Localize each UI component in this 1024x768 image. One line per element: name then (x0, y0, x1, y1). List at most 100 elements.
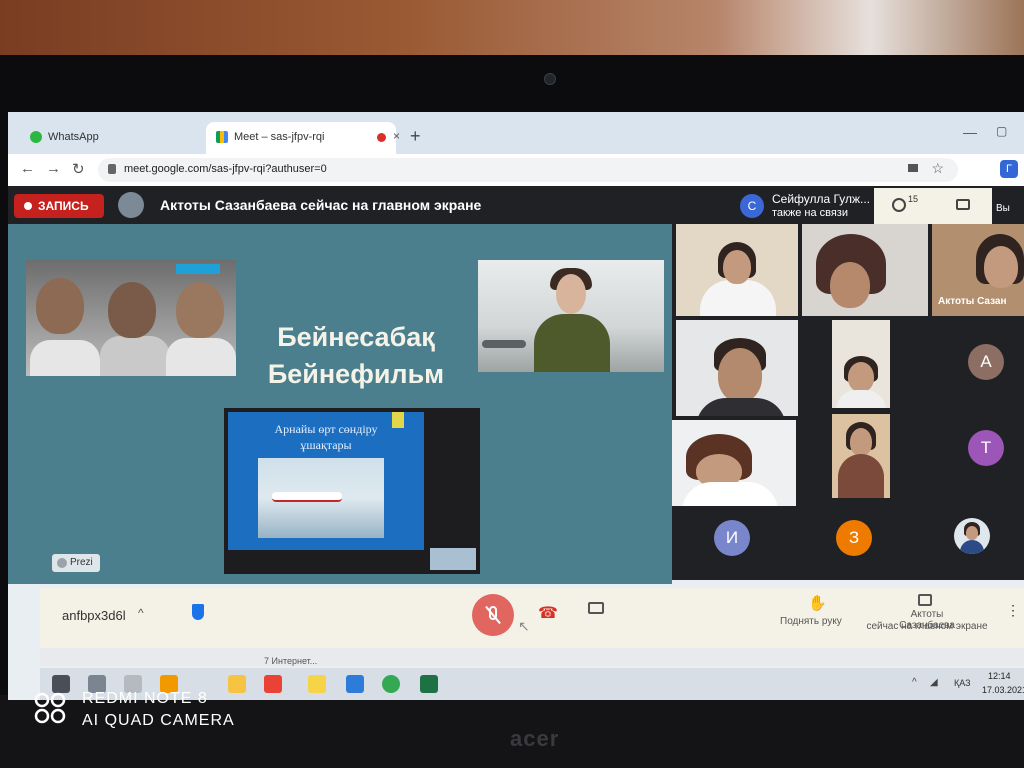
participant-tile[interactable] (676, 320, 798, 416)
participant-avatar[interactable]: Т (968, 430, 1004, 466)
chat-icon (956, 199, 970, 210)
meet-icon (216, 131, 228, 143)
hangup-button[interactable]: ☎ (534, 600, 562, 628)
participant-count: 15 (908, 194, 919, 204)
browser-toolbar: ← → ↻ meet.google.com/sas-jfpv-rqi?authu… (8, 154, 1024, 187)
prezi-icon (57, 558, 67, 568)
chat-button[interactable] (934, 188, 992, 224)
taskbar-excel-icon[interactable] (420, 675, 438, 693)
presenting-banner-text: Актоты Сазанбаева сейчас на главном экра… (160, 197, 482, 213)
slide-title-line-2: Бейнефильм (267, 359, 445, 389)
joined-participant-avatar: С (740, 194, 764, 218)
self-view-label: Вы (996, 203, 1010, 214)
prezi-label: Prezi (70, 557, 93, 568)
participant-tile[interactable] (832, 414, 890, 498)
participant-tile[interactable] (676, 224, 798, 316)
recording-badge: ЗАПИСЬ (14, 194, 104, 218)
camera-watermark-logo (34, 692, 66, 724)
whatsapp-icon (30, 131, 42, 143)
background-wall (0, 0, 1024, 60)
prezi-badge[interactable]: Prezi (52, 554, 100, 572)
taskbar-yandex-icon[interactable] (308, 675, 326, 693)
address-bar[interactable]: meet.google.com/sas-jfpv-rqi?authuser=0 … (98, 158, 958, 182)
camera-icon[interactable] (588, 602, 604, 614)
forward-icon[interactable]: → (46, 160, 61, 177)
clock-time[interactable]: 12:14 (988, 671, 1011, 681)
tab-label: WhatsApp (48, 131, 99, 143)
camera-watermark-line-1: REDMI NOTE 8 (82, 690, 208, 707)
wifi-icon[interactable]: ◢ (930, 677, 938, 688)
clock-date[interactable]: 17.03.2021 (982, 685, 1024, 695)
participant-avatar[interactable]: З (836, 520, 872, 556)
taskbar-chrome-icon[interactable] (382, 675, 400, 693)
video-slide: Арнайы өрт сөндіру ұшақтары (228, 412, 424, 550)
participant-grid: Актоты Сазан А Т И З (672, 224, 1024, 580)
pilot-photo (478, 260, 664, 372)
laptop-bezel-left (0, 110, 8, 700)
new-tab-button[interactable]: + (410, 126, 421, 147)
meet-control-bar: anfbpx3d6l ^ ↖ ☎ ✋ Поднять руку Актоты С… (40, 588, 1024, 648)
camera-watermark-line-2: AI QUAD CAMERA (82, 712, 235, 729)
participant-tile[interactable] (672, 420, 796, 506)
taskbar-vk-icon[interactable] (346, 675, 364, 693)
minimize-icon[interactable]: — (963, 124, 977, 140)
recording-label: ЗАПИСЬ (38, 199, 89, 213)
participant-name-label: Актоты Сазан (938, 296, 1007, 307)
raise-hand-label[interactable]: Поднять руку (780, 616, 842, 627)
webcam-lens (544, 73, 556, 85)
keyboard-language[interactable]: ҚАЗ (954, 678, 971, 688)
tab-meet[interactable]: Meet – sas-jfpv-rqi × (206, 122, 400, 154)
video-caption-line-2: ұшақтары (300, 438, 352, 452)
laptop-brand-logo: acer (510, 726, 560, 751)
maximize-icon[interactable]: ▢ (996, 124, 1007, 138)
presenter-avatar (118, 192, 144, 218)
participant-avatar[interactable]: И (714, 520, 750, 556)
joined-participant-status: также на связи (772, 207, 848, 219)
tray-chevron-icon[interactable]: ^ (912, 677, 917, 688)
participant-avatar[interactable]: А (968, 344, 1004, 380)
reload-icon[interactable]: ↻ (72, 160, 85, 178)
taskbar-app-icon[interactable] (228, 675, 246, 693)
laptop-screen: WhatsApp Meet – sas-jfpv-rqi × + — ▢ ← →… (8, 112, 1024, 700)
background-window-text: 7 Интернет... (264, 656, 318, 666)
close-tab-icon[interactable]: × (393, 129, 400, 143)
participants-button[interactable]: 15 (874, 188, 934, 224)
meet-header: ЗАПИСЬ Актоты Сазанбаева сейчас на главн… (8, 186, 1024, 224)
more-options-button[interactable]: ⋮ (1006, 602, 1020, 619)
present-button-label-line-2[interactable]: сейчас на главном экране (860, 621, 994, 632)
participant-tile[interactable] (832, 320, 890, 408)
taskbar-app-icon[interactable] (264, 675, 282, 693)
camera-indicator-icon[interactable] (908, 164, 918, 172)
tab-whatsapp[interactable]: WhatsApp (20, 122, 200, 154)
back-icon[interactable]: ← (20, 160, 35, 177)
raise-hand-icon[interactable]: ✋ (808, 594, 827, 612)
recording-dot-icon (24, 202, 32, 210)
participant-photo-avatar[interactable] (954, 518, 990, 554)
participant-tile[interactable]: Актоты Сазан (932, 224, 1024, 316)
video-yellow-marker (392, 412, 404, 428)
mouse-cursor: ↖ (518, 618, 530, 634)
people-icon (892, 198, 906, 212)
url-text[interactable]: meet.google.com/sas-jfpv-rqi?authuser=0 (124, 163, 327, 175)
mic-toggle-button[interactable] (472, 594, 514, 636)
chevron-up-icon[interactable]: ^ (138, 606, 144, 620)
joined-participant-name: Сейфулла Гулж... (772, 192, 870, 206)
laptop-bezel-top (0, 55, 1024, 115)
slide-title-line-1: Бейнесабақ (277, 322, 435, 352)
present-icon[interactable] (918, 594, 932, 606)
cosmonauts-photo (26, 260, 236, 376)
meeting-code[interactable]: anfbpx3d6l (62, 608, 126, 623)
background-window (40, 648, 1024, 666)
recording-dot-icon (377, 133, 386, 142)
tab-label: Meet – sas-jfpv-rqi (234, 131, 325, 143)
browser-tab-bar: WhatsApp Meet – sas-jfpv-rqi × + — ▢ (8, 112, 1024, 154)
participant-tile[interactable] (802, 224, 928, 316)
profile-avatar[interactable]: Г (1000, 160, 1018, 178)
star-icon[interactable]: ☆ (931, 160, 944, 177)
shield-icon[interactable] (192, 604, 204, 620)
lock-icon[interactable] (108, 164, 116, 174)
embedded-video[interactable]: Арнайы өрт сөндіру ұшақтары (224, 408, 480, 574)
firefighting-plane-image (258, 458, 384, 538)
video-inset-thumbnail (430, 548, 476, 570)
video-caption-line-1: Арнайы өрт сөндіру (274, 422, 378, 436)
